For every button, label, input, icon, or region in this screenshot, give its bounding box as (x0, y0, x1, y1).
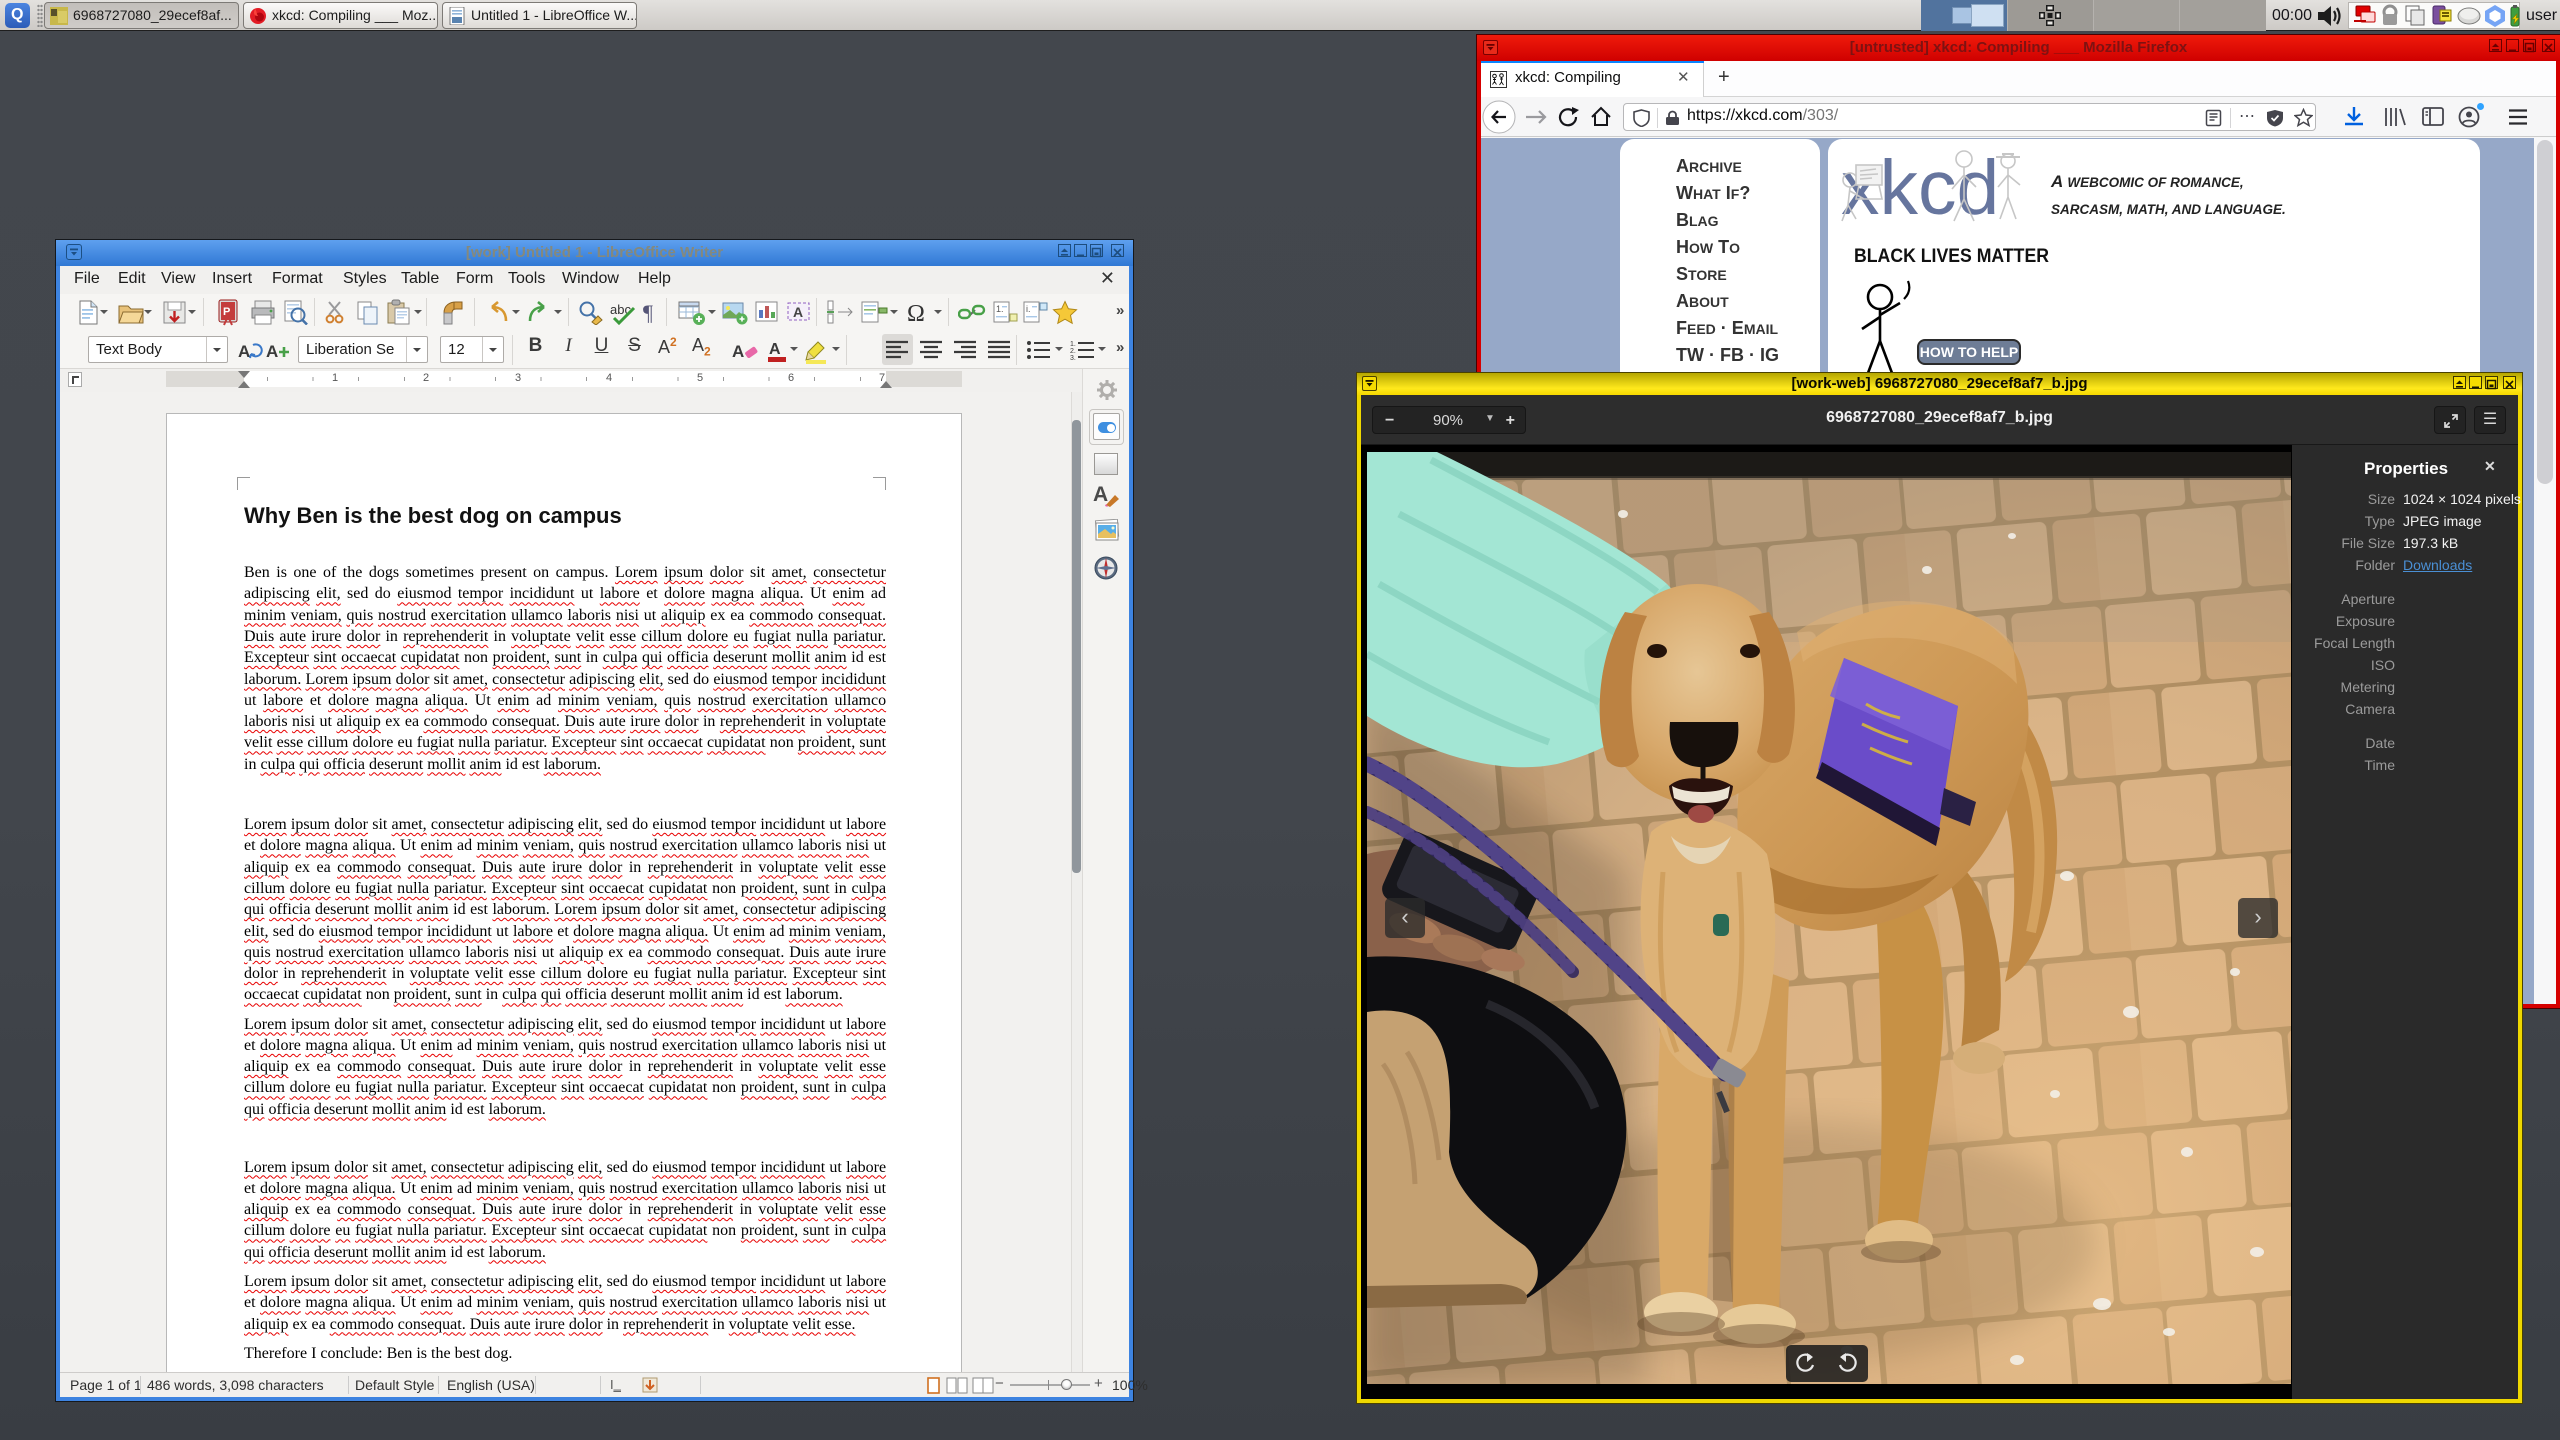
svg-text:A: A (732, 342, 744, 361)
svg-text:¶: ¶ (643, 300, 653, 325)
svg-text:Ω: Ω (907, 301, 925, 326)
svg-text:A: A (769, 341, 781, 358)
svg-text:1.: 1. (996, 304, 1004, 314)
svg-text:P: P (223, 306, 230, 318)
svg-text:1.: 1. (1070, 341, 1076, 348)
svg-text:A: A (238, 342, 250, 361)
svg-text:2.: 2. (1070, 348, 1076, 355)
svg-text:A: A (266, 342, 278, 361)
svg-text:3.: 3. (1070, 355, 1076, 360)
svg-text:i.: i. (1026, 304, 1031, 314)
svg-text:A: A (793, 304, 803, 320)
